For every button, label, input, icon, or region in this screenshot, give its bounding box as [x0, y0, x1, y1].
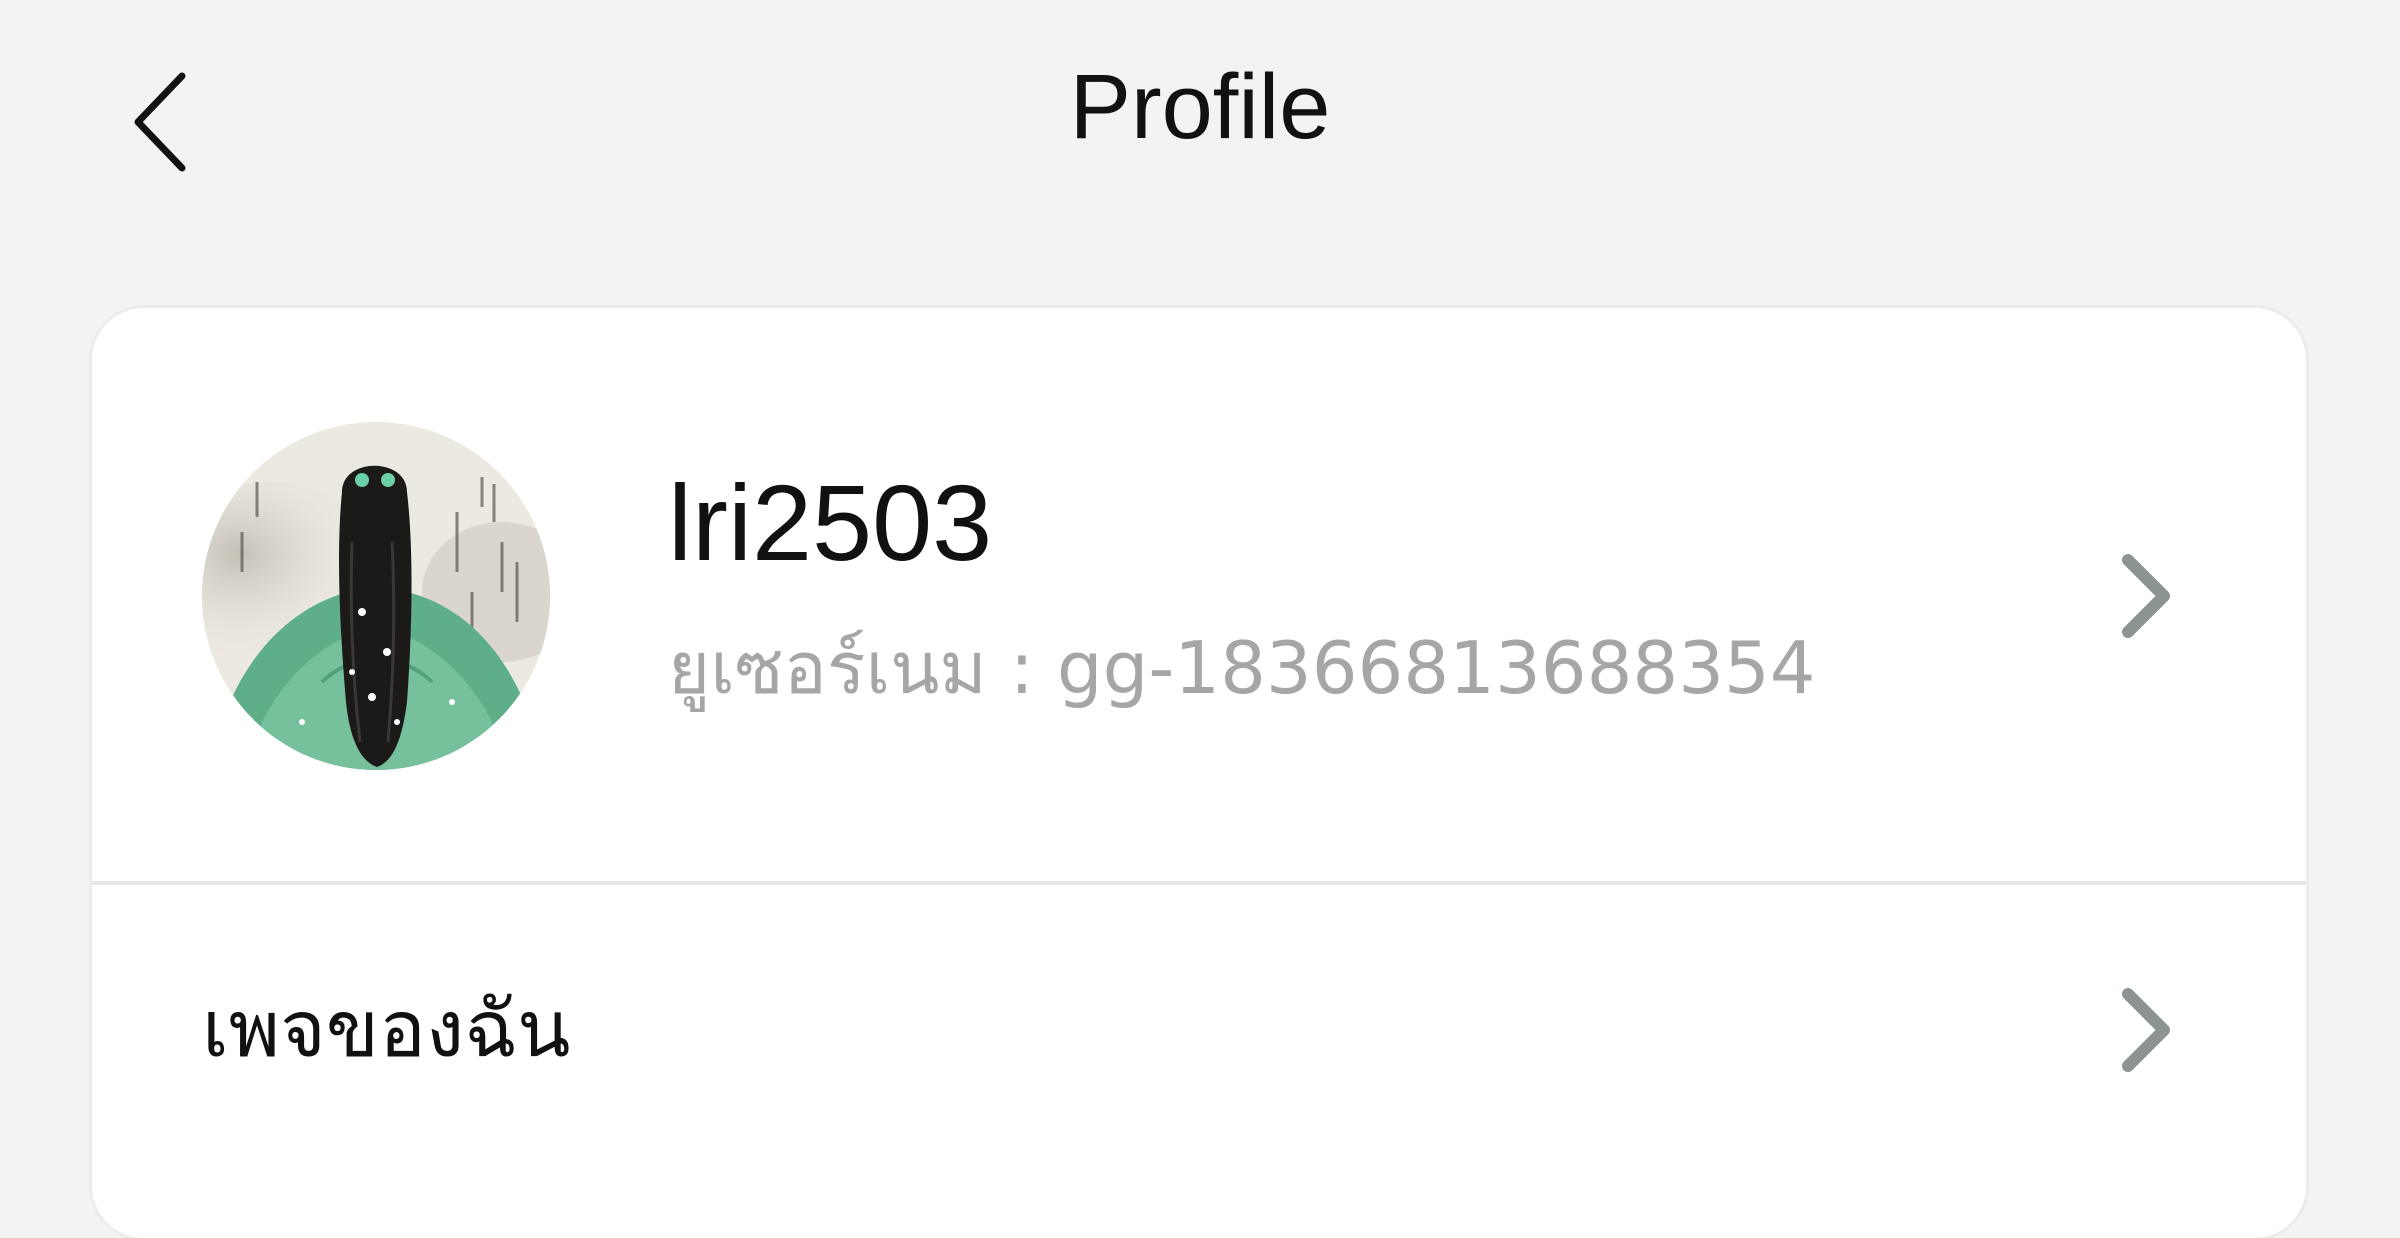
header-bar: Profile — [0, 0, 2400, 220]
chevron-right-icon — [2122, 554, 2170, 638]
profile-card: lri2503 ยูเซอร์เนม : gg-18366813688354 เ… — [92, 308, 2306, 1238]
user-id-separator: : — [986, 626, 1057, 710]
avatar-illustration — [202, 422, 550, 770]
avatar — [202, 422, 550, 770]
chevron-right-icon — [2122, 988, 2170, 1072]
user-id-value: gg-18366813688354 — [1056, 626, 1816, 710]
menu-item-label: เพจของฉัน — [202, 985, 571, 1075]
menu-item-my-page[interactable]: เพจของฉัน — [92, 885, 2306, 1185]
page-title: Profile — [1069, 56, 1331, 158]
username: lri2503 — [668, 462, 993, 583]
user-id-label: ยูเซอร์เนม — [668, 626, 987, 710]
user-id-line: ยูเซอร์เนม : gg-18366813688354 — [668, 618, 1816, 718]
profile-row[interactable]: lri2503 ยูเซอร์เนม : gg-18366813688354 — [92, 308, 2306, 881]
